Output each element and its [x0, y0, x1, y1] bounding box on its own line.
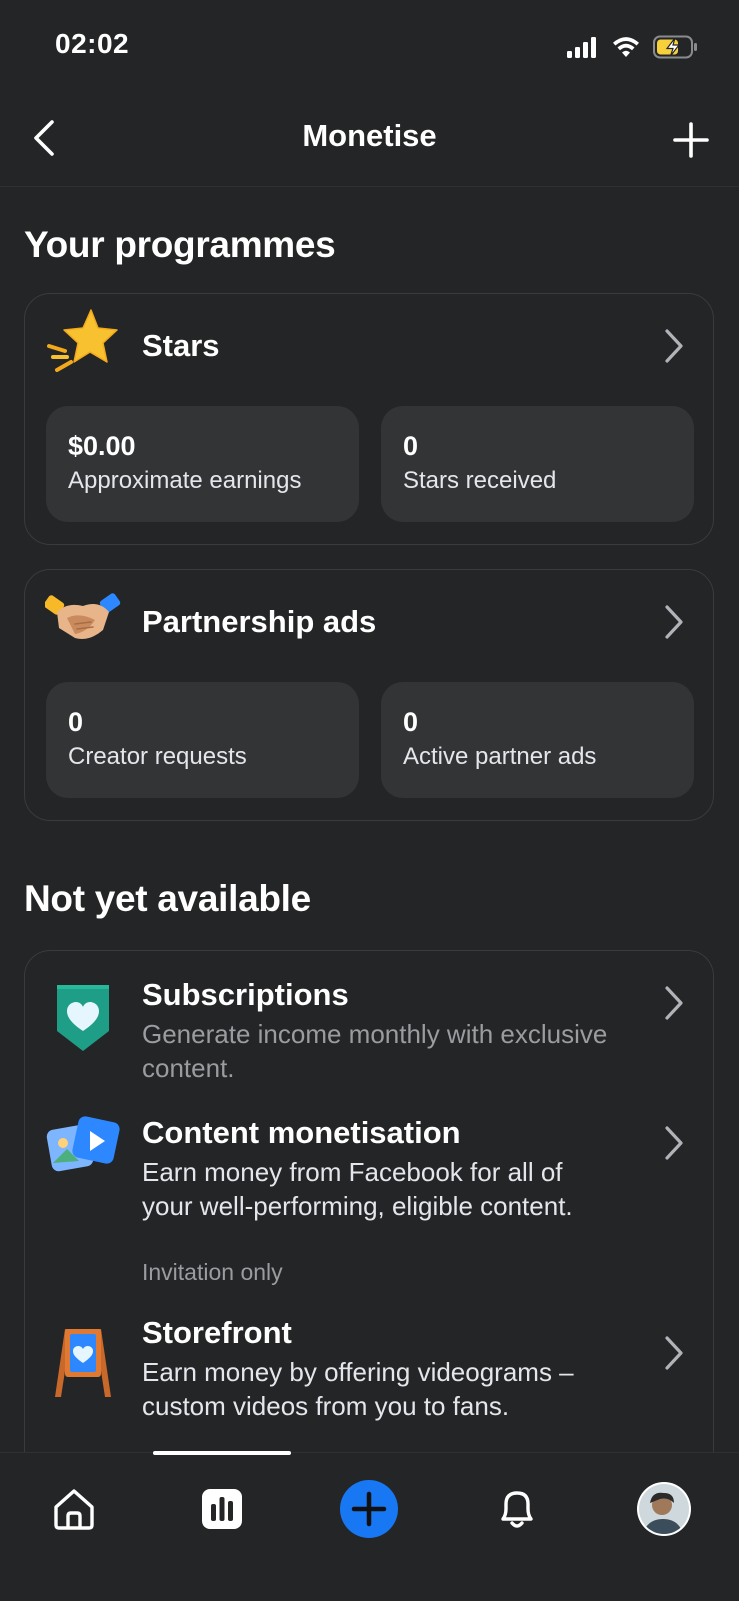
tile-value: 0 [403, 431, 419, 461]
not-available-card: Subscriptions Generate income monthly wi… [24, 950, 714, 1510]
nav-create[interactable] [337, 1477, 401, 1541]
home-icon [54, 1489, 94, 1530]
bottom-navigation [0, 1452, 739, 1601]
creator-requests-tile[interactable]: 0 Creator requests [46, 682, 359, 798]
tile-label: Stars received [403, 467, 557, 494]
battery-charging-icon [653, 35, 697, 59]
stars-received-tile[interactable]: 0 Stars received [381, 406, 694, 522]
partnership-ads-card: Partnership ads 0 Creator requests 0 Act… [24, 569, 714, 821]
list-item-storefront[interactable]: Storefront Earn money by offering videog… [25, 1301, 713, 1441]
create-plus-icon [340, 1480, 398, 1538]
add-button[interactable] [669, 118, 713, 162]
tile-label: Active partner ads [403, 743, 597, 770]
stars-title: Stars [142, 328, 220, 363]
item-title: Content monetisation [142, 1115, 461, 1150]
chevron-right-icon [665, 986, 683, 1020]
item-title: Storefront [142, 1315, 292, 1350]
item-desc: Earn money by offering videograms – cust… [142, 1357, 574, 1421]
star-icon [47, 309, 118, 372]
nav-notifications[interactable] [485, 1477, 549, 1541]
stars-earnings-tile[interactable]: $0.00 Approximate earnings [46, 406, 359, 522]
nav-home[interactable] [42, 1477, 106, 1541]
page-title: Monetise [302, 118, 437, 153]
section-title-programmes: Your programmes [24, 224, 336, 265]
tile-value: $0.00 [68, 431, 136, 461]
item-note: Invitation only [142, 1259, 283, 1285]
chevron-right-icon [665, 1336, 683, 1370]
chevron-right-icon [665, 605, 683, 639]
stars-header[interactable]: Stars [25, 294, 713, 398]
partnership-ads-header[interactable]: Partnership ads [25, 570, 713, 674]
subscription-shield-icon [57, 985, 109, 1051]
active-partner-ads-tile[interactable]: 0 Active partner ads [381, 682, 694, 798]
nav-insights[interactable] [190, 1477, 254, 1541]
wifi-icon [613, 37, 639, 57]
chevron-right-icon [665, 329, 683, 363]
status-icons [567, 30, 699, 64]
tile-label: Approximate earnings [68, 467, 302, 494]
storefront-easel-icon [55, 1329, 111, 1397]
insights-icon [202, 1489, 242, 1529]
status-time: 02:02 [55, 28, 130, 59]
plus-icon [673, 122, 709, 158]
profile-avatar [637, 1482, 691, 1536]
item-desc: Generate income monthly with exclusive c… [142, 1019, 608, 1083]
chevron-right-icon [665, 1126, 683, 1160]
handshake-icon [45, 593, 121, 639]
bell-icon [501, 1491, 533, 1528]
home-indicator [153, 1451, 291, 1455]
tile-label: Creator requests [68, 743, 247, 770]
nav-profile[interactable] [632, 1477, 696, 1541]
list-item-subscriptions[interactable]: Subscriptions Generate income monthly wi… [25, 951, 713, 1089]
tile-value: 0 [403, 707, 419, 737]
section-title-not-available: Not yet available [24, 878, 311, 919]
item-title: Subscriptions [142, 977, 349, 1012]
item-desc: Earn money from Facebook for all of your… [142, 1157, 573, 1221]
tile-value: 0 [68, 707, 84, 737]
stars-card: Stars $0.00 Approximate earnings 0 Stars… [24, 293, 714, 545]
cellular-signal-icon [567, 37, 596, 58]
partnership-ads-title: Partnership ads [142, 604, 377, 639]
content-media-icon [46, 1116, 120, 1172]
list-item-content-monetisation[interactable]: Content monetisation Earn money from Fac… [25, 1091, 713, 1295]
